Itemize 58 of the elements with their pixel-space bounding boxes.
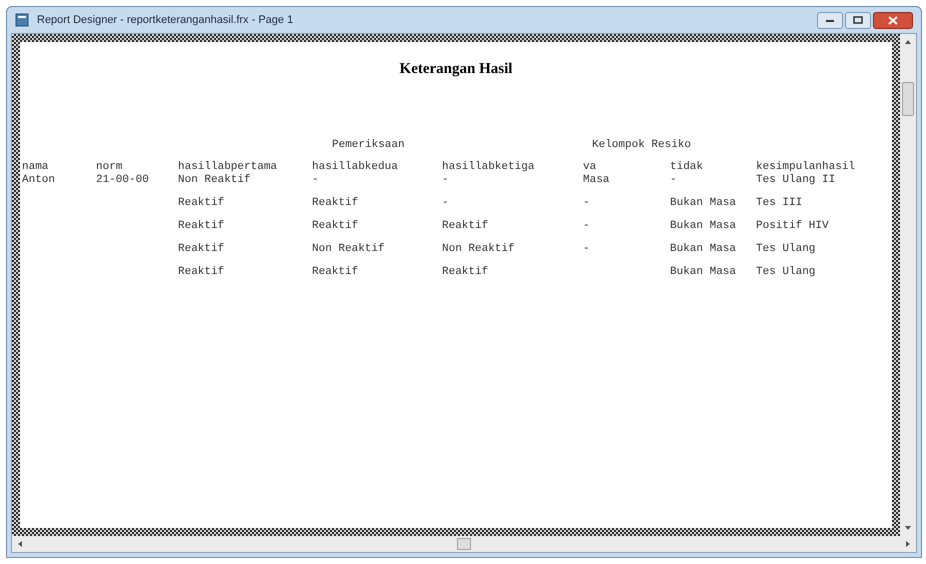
table-cell: - xyxy=(583,220,590,232)
maximize-button[interactable] xyxy=(845,12,871,28)
table-cell: Anton xyxy=(22,174,56,186)
table-cell: 21-00-00 xyxy=(96,174,149,186)
column-header: tidak xyxy=(670,161,704,173)
vertical-scrollbar[interactable] xyxy=(900,34,916,536)
maximize-icon xyxy=(853,16,863,24)
report-title: Keterangan Hasil xyxy=(400,60,512,79)
table-cell: Reaktif xyxy=(178,220,224,232)
minimize-button[interactable] xyxy=(817,12,843,28)
scroll-down-icon[interactable] xyxy=(904,524,912,532)
group-header: Kelompok Resiko xyxy=(592,138,692,150)
group-header: Pemeriksaan xyxy=(332,138,405,150)
table-cell: Bukan Masa xyxy=(670,243,736,255)
table-cell: Reaktif xyxy=(312,220,358,232)
scrollbar-thumb[interactable] xyxy=(457,538,471,550)
table-cell: Bukan Masa xyxy=(670,197,736,209)
document-icon xyxy=(15,13,29,27)
scroll-left-icon[interactable] xyxy=(16,540,24,548)
table-cell: Reaktif xyxy=(178,197,224,209)
scrollbar-thumb[interactable] xyxy=(902,82,914,116)
horizontal-scrollbar[interactable] xyxy=(12,536,916,552)
column-header: va xyxy=(583,161,596,173)
column-header: kesimpulanhasil xyxy=(756,161,856,173)
table-cell: Reaktif xyxy=(442,220,488,232)
table-cell: Positif HIV xyxy=(756,220,829,232)
table-cell: Masa xyxy=(583,174,610,186)
table-cell: Tes Ulang xyxy=(756,243,816,255)
column-header: hasillabketiga xyxy=(442,161,534,173)
table-cell: - xyxy=(442,197,449,209)
column-header: hasillabpertama xyxy=(178,161,278,173)
table-cell: Non Reaktif xyxy=(178,174,251,186)
table-cell: Tes Ulang II xyxy=(756,174,836,186)
table-cell: - xyxy=(442,174,449,186)
table-cell: Bukan Masa xyxy=(670,220,736,232)
table-cell: Reaktif xyxy=(312,197,358,209)
close-icon xyxy=(888,16,898,24)
scroll-right-icon[interactable] xyxy=(904,540,912,548)
table-cell: - xyxy=(583,197,590,209)
minimize-icon xyxy=(825,17,835,23)
table-cell: Tes III xyxy=(756,197,802,209)
table-cell: Tes Ulang xyxy=(756,266,816,278)
table-cell: Reaktif xyxy=(178,243,224,255)
table-cell: - xyxy=(670,174,677,186)
table-cell: - xyxy=(312,174,319,186)
table-cell: Non Reaktif xyxy=(312,243,385,255)
table-cell: Bukan Masa xyxy=(670,266,736,278)
table-cell: - xyxy=(583,243,590,255)
table-cell: Reaktif xyxy=(178,266,224,278)
window-title: Report Designer - reportketeranganhasil.frx - Page 1 xyxy=(37,12,294,28)
column-header: hasillabkedua xyxy=(312,161,398,173)
scroll-up-icon[interactable] xyxy=(904,38,912,46)
table-cell: Non Reaktif xyxy=(442,243,515,255)
column-header: norm xyxy=(96,161,122,173)
table-cell: Reaktif xyxy=(312,266,358,278)
close-button[interactable] xyxy=(873,12,913,28)
table-cell: Reaktif xyxy=(442,266,488,278)
column-header: nama xyxy=(22,161,48,173)
